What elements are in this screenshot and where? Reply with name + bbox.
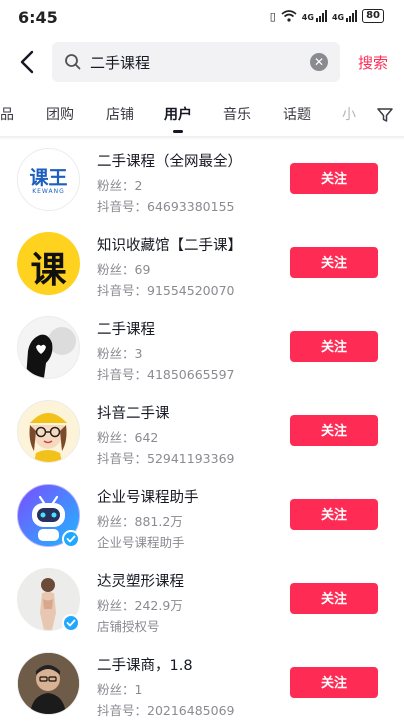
user-name: 企业号课程助手: [97, 490, 199, 506]
search-button[interactable]: 搜索: [358, 52, 388, 73]
cell-signal-icon-2: 4G: [332, 10, 358, 22]
person-photo-icon: [18, 653, 79, 714]
status-icons: ▯ 4G 4G 80: [270, 9, 384, 23]
fan-count: 粉丝：69: [97, 262, 151, 277]
follow-button[interactable]: 关注: [290, 247, 378, 278]
user-id: 店铺授权号: [97, 619, 160, 634]
fan-count: 粉丝：881.2万: [97, 514, 183, 529]
vibrate-icon: ▯: [269, 9, 276, 23]
user-name: 二手课程（全网最全）: [97, 154, 242, 170]
user-id: 抖音号：64693380155: [97, 199, 235, 214]
user-id: 抖音号：52941193369: [97, 451, 235, 466]
follow-button[interactable]: 关注: [290, 163, 378, 194]
user-id: 抖音号：91554520070: [97, 283, 235, 298]
status-bar: 6:45 ▯ 4G 4G 80: [0, 0, 404, 36]
cell-signal-icon: 4G: [302, 10, 327, 22]
battery-icon: 80: [362, 9, 384, 23]
hand-heart-icon: [26, 327, 76, 378]
fan-count: 粉丝：1: [97, 682, 143, 697]
follow-button[interactable]: 关注: [290, 331, 378, 362]
user-id: 抖音号：20216485069: [97, 703, 235, 718]
user-list: 课王 KEWANG 二手课程（全网最全） 粉丝：2 抖音号：6469338015…: [0, 140, 404, 723]
verified-badge-icon: [62, 530, 80, 548]
search-input[interactable]: 二手课程 ✕: [52, 42, 340, 82]
tab-shops[interactable]: 店铺: [106, 104, 134, 124]
avatar[interactable]: 课王 KEWANG: [17, 148, 80, 211]
tab-more[interactable]: 小: [342, 104, 356, 124]
user-name: 抖音二手课: [97, 406, 170, 422]
wifi-icon: [281, 10, 297, 22]
avatar[interactable]: [17, 316, 80, 379]
back-arrow-icon[interactable]: [16, 48, 40, 76]
list-item[interactable]: 企业号课程助手 粉丝：881.2万 企业号课程助手 关注: [0, 476, 404, 560]
list-item[interactable]: 达灵塑形课程 粉丝：242.9万 店铺授权号 关注: [0, 560, 404, 644]
follow-button[interactable]: 关注: [290, 667, 378, 698]
avatar[interactable]: [17, 400, 80, 463]
fan-count: 粉丝：2: [97, 178, 143, 193]
avatar[interactable]: [17, 652, 80, 715]
tab-music[interactable]: 音乐: [223, 104, 251, 124]
list-item[interactable]: 抖音二手课 粉丝：642 抖音号：52941193369 关注: [0, 392, 404, 476]
search-icon: [65, 54, 81, 70]
follow-button[interactable]: 关注: [290, 499, 378, 530]
list-item[interactable]: 课王 KEWANG 二手课程（全网最全） 粉丝：2 抖音号：6469338015…: [0, 140, 404, 224]
user-name: 二手课商，1.8: [97, 658, 193, 674]
fan-count: 粉丝：642: [97, 430, 159, 445]
tab-group-buy[interactable]: 团购: [46, 104, 74, 124]
status-time: 6:45: [18, 8, 58, 27]
list-item[interactable]: 二手课商，1.8 粉丝：1 抖音号：20216485069 关注: [0, 644, 404, 723]
tab-topics[interactable]: 话题: [283, 104, 311, 124]
fan-count: 粉丝：3: [97, 346, 143, 361]
user-id: 抖音号：41850665597: [97, 367, 235, 382]
list-item[interactable]: 二手课程 粉丝：3 抖音号：41850665597 关注: [0, 308, 404, 392]
search-bar: 二手课程 ✕ 搜索: [0, 42, 404, 82]
tab-users[interactable]: 用户: [164, 104, 192, 124]
list-item[interactable]: 课 知识收藏馆【二手课】 粉丝：69 抖音号：91554520070 关注: [0, 224, 404, 308]
user-name: 知识收藏馆【二手课】: [97, 238, 242, 254]
user-name: 二手课程: [97, 322, 155, 338]
user-id: 企业号课程助手: [97, 535, 185, 550]
follow-button[interactable]: 关注: [290, 583, 378, 614]
tab-products[interactable]: 品: [0, 104, 14, 124]
avatar[interactable]: 课: [17, 232, 80, 295]
cartoon-girl-icon: [29, 413, 67, 462]
fan-count: 粉丝：242.9万: [97, 598, 183, 613]
verified-badge-icon: [62, 614, 80, 632]
follow-button[interactable]: 关注: [290, 415, 378, 446]
tab-active-indicator: [173, 130, 183, 133]
clear-icon[interactable]: ✕: [310, 53, 328, 71]
search-query[interactable]: 二手课程: [90, 52, 150, 73]
category-tabs: 品 团购 店铺 用户 音乐 话题 小: [0, 96, 404, 136]
user-name: 达灵塑形课程: [97, 574, 184, 590]
filter-icon[interactable]: [376, 106, 394, 124]
